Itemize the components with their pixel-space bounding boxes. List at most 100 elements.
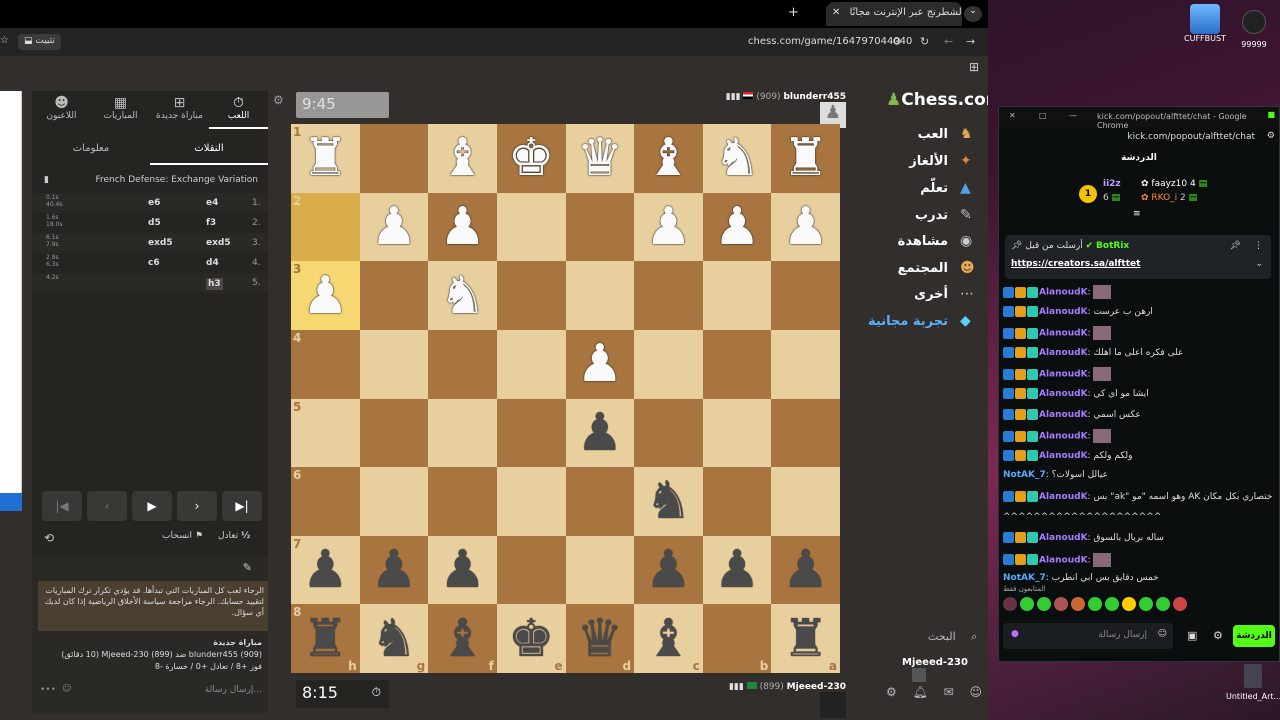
board-square[interactable] bbox=[496, 261, 566, 330]
emote-icon[interactable] bbox=[1003, 597, 1017, 611]
board-square[interactable]: ♟ bbox=[771, 535, 840, 605]
white-pawn-piece[interactable]: ♟ bbox=[439, 201, 486, 253]
board-square[interactable]: d ♛ bbox=[565, 604, 635, 673]
board-square[interactable]: e ♚ bbox=[496, 604, 566, 673]
first-move-button[interactable]: |◀ bbox=[42, 491, 82, 521]
chat-username[interactable]: AlanoudK bbox=[1039, 389, 1088, 399]
black-pawn-piece[interactable]: ♟ bbox=[439, 544, 486, 596]
chat-username[interactable]: NotAK_7 bbox=[1003, 470, 1046, 480]
board-square[interactable]: 2 bbox=[291, 192, 360, 262]
black-pawn-piece[interactable]: ♟ bbox=[645, 544, 692, 596]
white-pawn-piece[interactable]: ♟ bbox=[714, 201, 761, 253]
board-square[interactable]: g ♞ bbox=[359, 604, 429, 673]
chat-username[interactable]: AlanoudK bbox=[1039, 555, 1088, 565]
resign-button[interactable]: انسحاب ⚑ bbox=[162, 531, 203, 541]
collapse-icon[interactable]: ⌄ bbox=[1255, 259, 1263, 269]
white-rook-piece[interactable]: ♜ bbox=[782, 132, 829, 184]
chat-username[interactable]: AlanoudK bbox=[1039, 329, 1088, 339]
top-player-info[interactable]: ▮▮▮ (909) blunderr455 ♟ bbox=[700, 92, 846, 128]
white-rook-piece[interactable]: ♜ bbox=[302, 132, 349, 184]
pinned-link[interactable]: https://creators.sa/alfttet bbox=[1011, 259, 1140, 269]
board-square[interactable]: ♟ bbox=[702, 535, 772, 605]
sidebar-toggle-icon[interactable]: ⊞ bbox=[969, 60, 979, 74]
tab-players[interactable]: ☻ اللاعبون bbox=[32, 91, 91, 129]
board-square[interactable]: ♟ bbox=[428, 535, 497, 605]
emote-icon[interactable] bbox=[1037, 597, 1051, 611]
back-icon[interactable]: → bbox=[966, 35, 975, 48]
board-square[interactable] bbox=[771, 261, 840, 330]
site-info-icon[interactable]: ⚙ bbox=[1267, 131, 1275, 141]
nav-train[interactable]: تدرب bbox=[915, 208, 948, 223]
board-square[interactable] bbox=[634, 261, 703, 330]
white-knight-piece[interactable]: ♞ bbox=[439, 270, 486, 322]
chat-username[interactable]: AlanoudK bbox=[1039, 492, 1088, 502]
white-move[interactable]: f3 bbox=[206, 218, 216, 228]
white-move[interactable]: h3 bbox=[206, 278, 223, 290]
chat-username[interactable]: AlanoudK bbox=[1039, 533, 1088, 543]
store-icon[interactable]: ▣ bbox=[1187, 629, 1197, 642]
board-square[interactable] bbox=[702, 398, 772, 468]
black-move[interactable]: e6 bbox=[148, 198, 160, 208]
chat-username[interactable]: AlanoudK bbox=[1039, 307, 1088, 317]
chesscom-logo[interactable]: ♟Chess.com bbox=[886, 90, 988, 110]
forward-icon[interactable]: ← bbox=[944, 35, 953, 48]
board-square[interactable]: c ♝ bbox=[634, 604, 703, 673]
tab-search-icon[interactable]: ⌄ bbox=[964, 6, 982, 22]
board-square[interactable] bbox=[702, 329, 772, 399]
chat-username[interactable]: AlanoudK bbox=[1039, 348, 1088, 358]
board-square[interactable] bbox=[359, 329, 429, 399]
emote-icon[interactable] bbox=[1105, 597, 1119, 611]
emoji-icon[interactable]: ☺ bbox=[1158, 629, 1167, 639]
board-square[interactable]: ♟ bbox=[359, 192, 429, 262]
black-king-piece[interactable]: ♚ bbox=[508, 613, 555, 665]
board-square[interactable] bbox=[565, 535, 635, 605]
white-pawn-piece[interactable]: ♟ bbox=[371, 201, 418, 253]
board-square[interactable]: 4 bbox=[291, 329, 360, 399]
desktop-icon-untitled[interactable]: Untitled_Art... bbox=[1226, 664, 1280, 708]
black-pawn-piece[interactable]: ♟ bbox=[302, 544, 349, 596]
board-square[interactable] bbox=[702, 261, 772, 330]
board-square[interactable]: ♟ bbox=[634, 535, 703, 605]
black-rook-piece[interactable]: ♜ bbox=[782, 613, 829, 665]
white-queen-piece[interactable]: ♛ bbox=[577, 132, 624, 184]
expand-icon[interactable]: ≡ bbox=[1133, 209, 1141, 219]
board-square[interactable]: ♞ bbox=[634, 467, 703, 536]
nav-free-trial[interactable]: تجربة مجانية bbox=[868, 314, 948, 329]
black-queen-piece[interactable]: ♛ bbox=[577, 613, 624, 665]
white-knight-piece[interactable]: ♞ bbox=[714, 132, 761, 184]
user-nav[interactable]: Mjeeed-230 bbox=[902, 657, 988, 682]
subtab-info[interactable]: معلومات bbox=[32, 137, 150, 165]
white-pawn-piece[interactable]: ♟ bbox=[577, 338, 624, 390]
play-button[interactable]: ▶ bbox=[132, 491, 172, 521]
chat-settings-icon[interactable]: ✎ bbox=[243, 561, 252, 574]
chat-username[interactable]: AlanoudK bbox=[1039, 410, 1088, 420]
white-move[interactable]: e4 bbox=[206, 198, 218, 208]
messages-icon[interactable]: ✉ bbox=[944, 685, 954, 699]
board-square[interactable]: ♞ bbox=[702, 124, 772, 193]
new-tab-icon[interactable]: + bbox=[788, 5, 799, 20]
chat-username[interactable]: AlanoudK bbox=[1039, 451, 1088, 461]
board-square[interactable]: ♝ bbox=[428, 124, 497, 193]
tab-games[interactable]: ▦ المباريات bbox=[91, 91, 150, 129]
board-square[interactable]: a ♜ bbox=[771, 604, 840, 673]
board-square[interactable]: b bbox=[702, 604, 772, 673]
board-square[interactable] bbox=[496, 467, 566, 536]
board-square[interactable] bbox=[496, 192, 566, 262]
board-square[interactable] bbox=[359, 261, 429, 330]
emote-icon[interactable] bbox=[1122, 597, 1136, 611]
nav-more[interactable]: أخرى bbox=[914, 287, 948, 302]
black-move[interactable]: c6 bbox=[148, 258, 160, 268]
black-pawn-piece[interactable]: ♟ bbox=[371, 544, 418, 596]
board-square[interactable]: ♟ bbox=[359, 535, 429, 605]
board-square[interactable] bbox=[634, 398, 703, 468]
board-square[interactable] bbox=[702, 467, 772, 536]
reload-icon[interactable]: ↻ bbox=[920, 35, 929, 48]
board-square[interactable]: ♟ bbox=[634, 192, 703, 262]
emote-icon[interactable] bbox=[1173, 597, 1187, 611]
black-bishop-piece[interactable]: ♝ bbox=[439, 613, 486, 665]
install-button[interactable]: ⬓ تثبيت bbox=[18, 34, 61, 50]
board-square[interactable] bbox=[771, 467, 840, 536]
chat-settings-icon[interactable]: ⚙ bbox=[1213, 629, 1223, 642]
board-square[interactable] bbox=[565, 192, 635, 262]
board-square[interactable] bbox=[771, 329, 840, 399]
